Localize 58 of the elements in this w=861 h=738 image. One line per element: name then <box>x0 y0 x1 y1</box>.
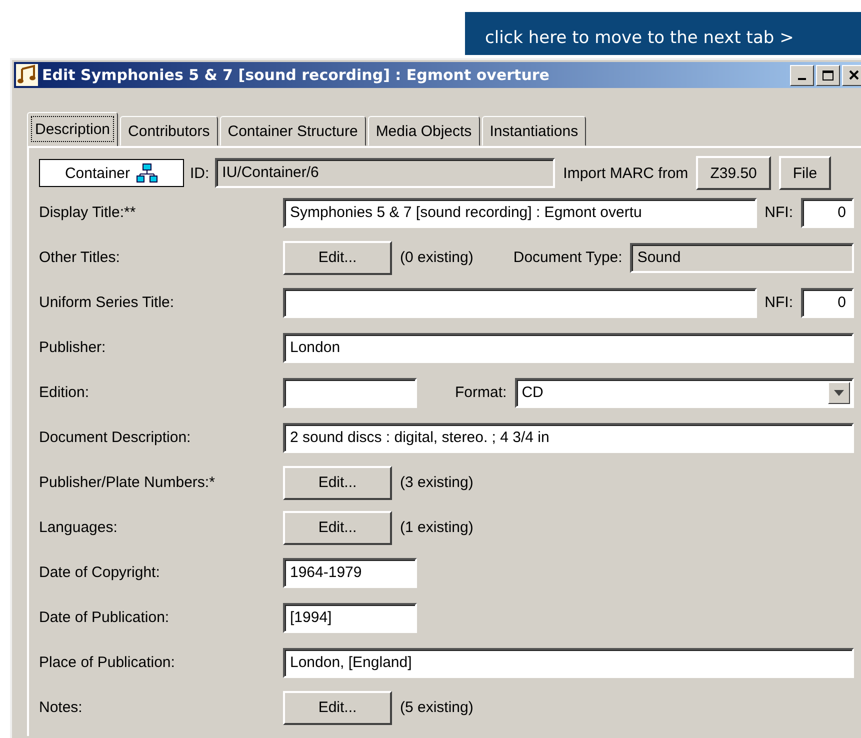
nfi-field[interactable]: 0 <box>801 198 854 228</box>
minimize-button[interactable] <box>790 64 814 86</box>
window-title: Edit Symphonies 5 & 7 [sound recording] : Egmont overture <box>42 66 550 84</box>
nfi-label: NFI: <box>764 294 793 311</box>
tab[interactable]: Contributors <box>120 116 218 146</box>
record-type-label: Container <box>64 164 130 182</box>
edit-button[interactable]: Edit... <box>283 510 392 544</box>
field-label: Document Description: <box>39 429 192 446</box>
hierarchy-icon <box>136 163 158 183</box>
id-field[interactable]: IU/Container/6 <box>215 158 556 188</box>
field-label: Date of Publication: <box>39 609 170 626</box>
field-label: Uniform Series Title: <box>39 294 176 311</box>
input-field[interactable]: 1964-1979 <box>283 558 417 588</box>
input-field[interactable]: London <box>283 332 854 362</box>
nfi-label: NFI: <box>764 204 793 221</box>
input-field[interactable]: 2 sound discs : digital, stereo. ; 4 3/4 in <box>283 422 854 452</box>
import-button[interactable]: Z39.50 <box>696 156 771 190</box>
document-type-label: Document Type: <box>513 249 622 266</box>
edit-button[interactable]: Edit... <box>283 466 392 500</box>
input-field[interactable] <box>283 288 757 318</box>
tab[interactable]: Description <box>27 112 118 146</box>
edit-button[interactable]: Edit... <box>283 690 392 724</box>
edit-button[interactable]: Edit... <box>283 240 392 274</box>
format-label: Format: <box>455 384 507 401</box>
id-label: ID: <box>190 164 210 182</box>
field-label: Publisher: <box>39 339 107 356</box>
field-label: Languages: <box>39 519 118 536</box>
tab[interactable]: Media Objects <box>368 116 480 146</box>
field-label: Date of Copyright: <box>39 564 161 581</box>
existing-count: (0 existing) <box>400 249 474 266</box>
close-icon <box>849 70 859 80</box>
maximize-button[interactable] <box>816 64 840 86</box>
field-label: Edition: <box>39 384 90 401</box>
format-dropdown[interactable]: CD <box>514 378 854 408</box>
existing-count: (5 existing) <box>400 699 474 716</box>
input-field[interactable] <box>283 378 417 408</box>
field-label: Display Title:** <box>39 204 137 221</box>
document-type-field[interactable]: Sound <box>630 242 854 272</box>
minimize-icon <box>798 78 806 80</box>
field-label: Notes: <box>39 699 84 716</box>
close-button[interactable] <box>842 64 861 86</box>
field-label: Publisher/Plate Numbers:* <box>39 474 216 491</box>
input-field[interactable]: Symphonies 5 & 7 [sound recording] : Egmont overtu <box>283 198 757 228</box>
input-field[interactable]: London, [England] <box>283 648 854 678</box>
import-button[interactable]: File <box>778 156 832 190</box>
field-label: Other Titles: <box>39 249 121 266</box>
tab[interactable]: Instantiations <box>482 116 586 146</box>
nfi-field[interactable]: 0 <box>801 288 854 318</box>
tab[interactable]: Container Structure <box>220 116 366 146</box>
import-marc-label: Import MARC from <box>563 164 688 182</box>
next-tab-link[interactable]: click here to move to the next tab > <box>465 12 861 55</box>
input-field[interactable]: [1994] <box>283 602 417 632</box>
existing-count: (1 existing) <box>400 519 474 536</box>
existing-count: (3 existing) <box>400 474 474 491</box>
maximize-icon <box>822 70 834 80</box>
dropdown-arrow-icon <box>834 390 844 396</box>
music-note-icon <box>16 64 38 86</box>
field-label: Place of Publication: <box>39 654 176 671</box>
